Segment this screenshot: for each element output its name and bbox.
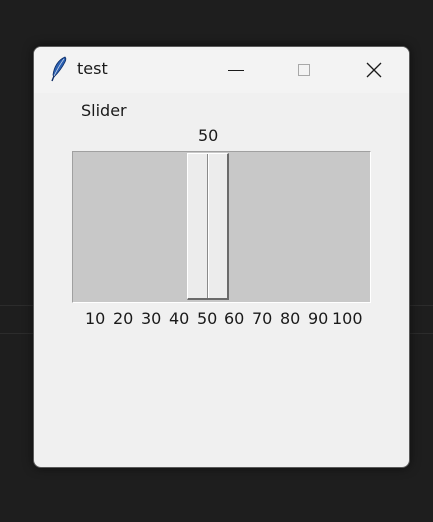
slider-value-display: 50 <box>198 126 219 145</box>
title-bar[interactable]: test <box>34 47 409 93</box>
maximize-button[interactable] <box>274 47 334 93</box>
close-icon <box>366 62 382 78</box>
minimize-icon <box>228 69 244 71</box>
slider-tick-label: 100 <box>332 309 363 328</box>
slider-tick-label: 50 <box>197 309 218 328</box>
slider-thumb[interactable] <box>187 153 229 300</box>
slider-tick-label: 20 <box>113 309 134 328</box>
slider-tick-label: 90 <box>308 309 329 328</box>
slider-tick-label: 60 <box>224 309 245 328</box>
slider-tick-label: 10 <box>85 309 106 328</box>
thumb-groove-highlight <box>208 154 209 298</box>
window-title: test <box>77 59 108 78</box>
slider-trough[interactable] <box>72 151 371 303</box>
slider-tick-label: 40 <box>169 309 190 328</box>
slider-label: Slider <box>81 101 127 120</box>
minimize-button[interactable] <box>206 47 266 93</box>
slider-tick-label: 30 <box>141 309 162 328</box>
feather-icon <box>51 56 67 82</box>
slider-tick-label: 70 <box>252 309 273 328</box>
maximize-icon <box>298 64 310 76</box>
slider-tick-label: 80 <box>280 309 301 328</box>
close-button[interactable] <box>344 47 404 93</box>
app-window: test Slider 50 10 20 30 40 50 60 70 80 90 100 <box>33 46 410 468</box>
